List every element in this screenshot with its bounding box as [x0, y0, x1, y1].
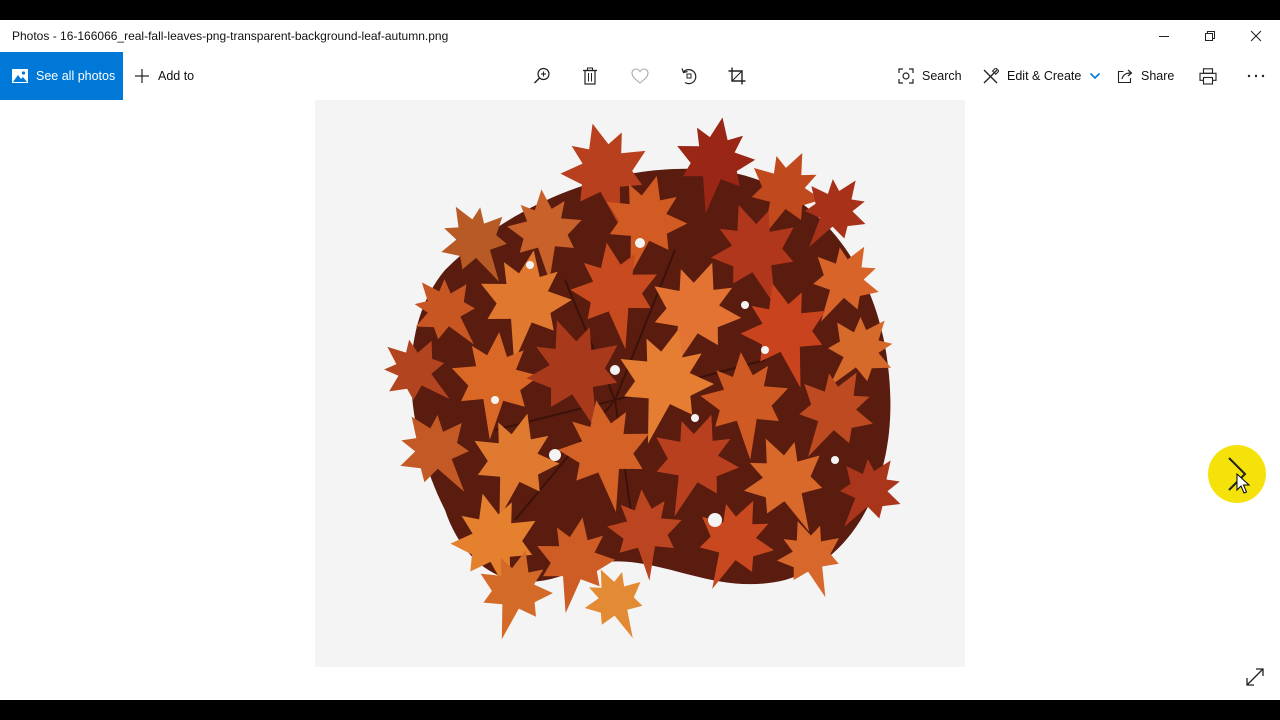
- print-button[interactable]: [1196, 64, 1220, 88]
- close-icon: [1250, 30, 1262, 42]
- plus-icon: [135, 69, 149, 83]
- minimize-button[interactable]: [1141, 20, 1187, 52]
- search-label: Search: [922, 69, 962, 83]
- photo-icon: [12, 69, 28, 83]
- see-all-photos-button[interactable]: See all photos: [0, 52, 123, 100]
- favorite-heart-icon: [631, 68, 649, 84]
- minimize-icon: [1159, 36, 1169, 37]
- share-button[interactable]: Share: [1117, 52, 1174, 100]
- more-options-icon: [1247, 74, 1265, 78]
- image-viewer: [0, 100, 1280, 700]
- delete-icon: [583, 67, 597, 85]
- favorite-button[interactable]: [628, 64, 652, 88]
- share-label: Share: [1141, 69, 1175, 83]
- photo-display: [315, 100, 965, 667]
- zoom-in-icon: [534, 67, 550, 84]
- delete-button[interactable]: [578, 64, 602, 88]
- edit-create-label: Edit & Create: [1007, 69, 1082, 83]
- window-title: Photos - 16-166066_real-fall-leaves-png-…: [12, 29, 449, 43]
- photos-app-window: Photos - 16-166066_real-fall-leaves-png-…: [0, 20, 1280, 700]
- mouse-cursor-icon: [1236, 473, 1250, 494]
- edit-create-menu[interactable]: Edit & Create: [982, 52, 1101, 100]
- restore-icon: [1205, 31, 1215, 41]
- search-button[interactable]: Search: [898, 52, 962, 100]
- toolbar: See all photos Add to Search Edit & Crea…: [0, 52, 1280, 100]
- restore-button[interactable]: [1187, 20, 1233, 52]
- expand-icon: [1246, 668, 1264, 686]
- search-icon: [898, 68, 914, 84]
- title-bar: Photos - 16-166066_real-fall-leaves-png-…: [0, 20, 1280, 52]
- fullscreen-button[interactable]: [1244, 666, 1266, 693]
- see-all-photos-label: See all photos: [36, 69, 116, 83]
- add-to-label: Add to: [158, 69, 195, 83]
- crop-button[interactable]: [725, 64, 749, 88]
- rotate-icon: [681, 68, 697, 85]
- edit-create-icon: [983, 67, 999, 83]
- print-icon: [1199, 67, 1217, 85]
- chevron-down-icon: [1090, 72, 1101, 80]
- zoom-button[interactable]: [530, 64, 554, 88]
- autumn-leaves-image: [366, 110, 918, 652]
- crop-icon: [728, 67, 746, 85]
- close-button[interactable]: [1233, 20, 1279, 52]
- more-options-button[interactable]: [1244, 64, 1268, 88]
- add-to-button[interactable]: Add to: [134, 52, 194, 100]
- share-icon: [1117, 69, 1133, 84]
- rotate-button[interactable]: [677, 64, 701, 88]
